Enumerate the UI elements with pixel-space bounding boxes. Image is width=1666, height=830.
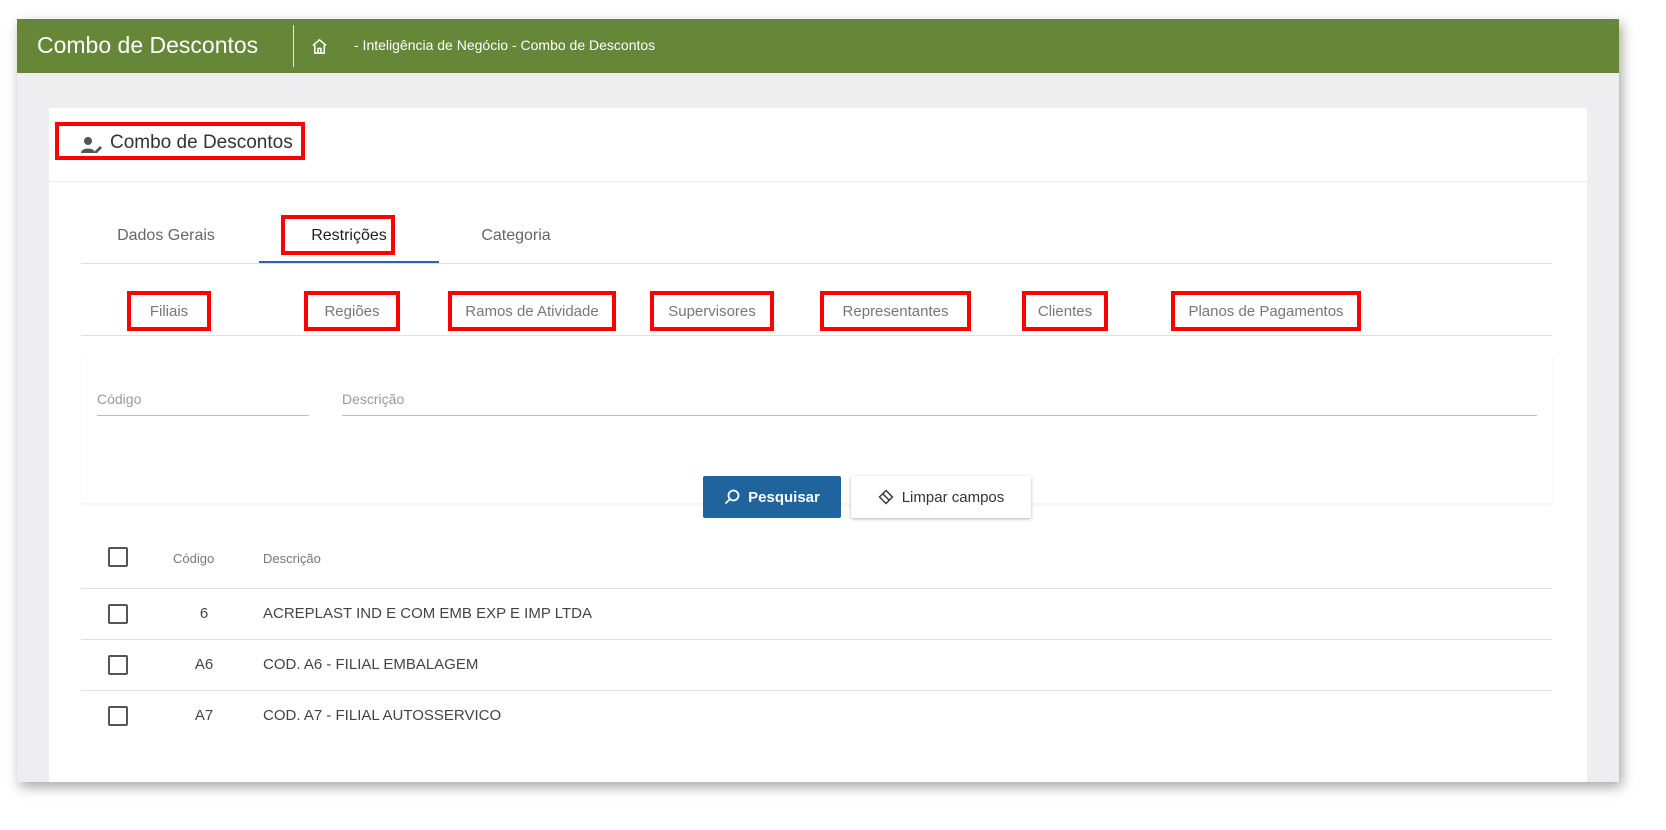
tab-bar: Dados Gerais Restrições Categoria bbox=[81, 210, 1552, 264]
app-title: Combo de Descontos bbox=[37, 32, 259, 58]
filter-panel: Pesquisar Limpar campos bbox=[81, 353, 1552, 518]
row-checkbox[interactable] bbox=[108, 604, 128, 624]
codigo-field[interactable] bbox=[97, 387, 309, 416]
search-icon bbox=[725, 489, 740, 505]
row-descricao: COD. A6 - FILIAL EMBALAGEM bbox=[263, 656, 479, 673]
breadcrumb: - Inteligência de Negócio - Combo de Des… bbox=[354, 37, 656, 53]
row-codigo: A7 bbox=[194, 707, 214, 724]
table-row[interactable]: A7 COD. A7 - FILIAL AUTOSSERVICO bbox=[81, 691, 1552, 741]
home-icon[interactable] bbox=[310, 37, 329, 56]
subtab-clientes[interactable]: Clientes bbox=[1022, 291, 1108, 331]
table-row[interactable]: A6 COD. A6 - FILIAL EMBALAGEM bbox=[81, 640, 1552, 691]
subtab-supervisores[interactable]: Supervisores bbox=[650, 291, 774, 331]
table-row[interactable]: 6 ACREPLAST IND E COM EMB EXP E IMP LTDA bbox=[81, 589, 1552, 640]
tab-restricoes-highlight bbox=[281, 215, 395, 255]
select-all-checkbox[interactable] bbox=[108, 547, 128, 567]
app-window: Combo de Descontos - Inteligência de Neg… bbox=[17, 19, 1619, 782]
descricao-field[interactable] bbox=[342, 387, 1537, 416]
subtab-filiais[interactable]: Filiais bbox=[127, 291, 211, 331]
row-descricao: COD. A7 - FILIAL AUTOSSERVICO bbox=[263, 707, 502, 724]
user-edit-icon bbox=[81, 137, 102, 153]
card-title: Combo de Descontos bbox=[110, 132, 293, 153]
subtab-representantes[interactable]: Representantes bbox=[820, 291, 971, 331]
column-header-codigo: Código bbox=[173, 551, 215, 566]
card-header: Combo de Descontos bbox=[49, 108, 1587, 182]
row-checkbox[interactable] bbox=[108, 706, 128, 726]
row-codigo: 6 bbox=[199, 605, 209, 622]
row-descricao: ACREPLAST IND E COM EMB EXP E IMP LTDA bbox=[263, 605, 592, 622]
main-card: Combo de Descontos Dados Gerais Restriçõ… bbox=[49, 108, 1587, 782]
codigo-input[interactable] bbox=[97, 387, 309, 407]
subtab-ramos-de-atividade[interactable]: Ramos de Atividade bbox=[448, 291, 616, 331]
topbar-divider bbox=[293, 25, 294, 67]
search-button-label: Pesquisar bbox=[748, 488, 820, 506]
row-checkbox[interactable] bbox=[108, 655, 128, 675]
clear-fields-button[interactable]: Limpar campos bbox=[851, 476, 1031, 518]
subtab-regioes[interactable]: Regiões bbox=[304, 291, 400, 331]
row-codigo: A6 bbox=[194, 656, 214, 673]
eraser-icon bbox=[878, 489, 894, 505]
tab-categoria[interactable]: Categoria bbox=[451, 210, 581, 262]
descricao-input[interactable] bbox=[342, 387, 1537, 407]
top-bar: Combo de Descontos - Inteligência de Neg… bbox=[17, 19, 1619, 73]
active-tab-underline bbox=[259, 261, 439, 263]
search-button[interactable]: Pesquisar bbox=[703, 476, 841, 518]
subtab-planos-de-pagamentos[interactable]: Planos de Pagamentos bbox=[1171, 291, 1361, 331]
clear-fields-button-label: Limpar campos bbox=[901, 488, 1005, 506]
tab-dados-gerais[interactable]: Dados Gerais bbox=[81, 210, 251, 262]
column-header-descricao: Descrição bbox=[263, 551, 321, 566]
card-title-highlight: Combo de Descontos bbox=[55, 122, 305, 160]
table-header-row: Código Descrição bbox=[81, 527, 1552, 589]
subtab-bar: Filiais Regiões Ramos de Atividade Super… bbox=[81, 284, 1552, 336]
